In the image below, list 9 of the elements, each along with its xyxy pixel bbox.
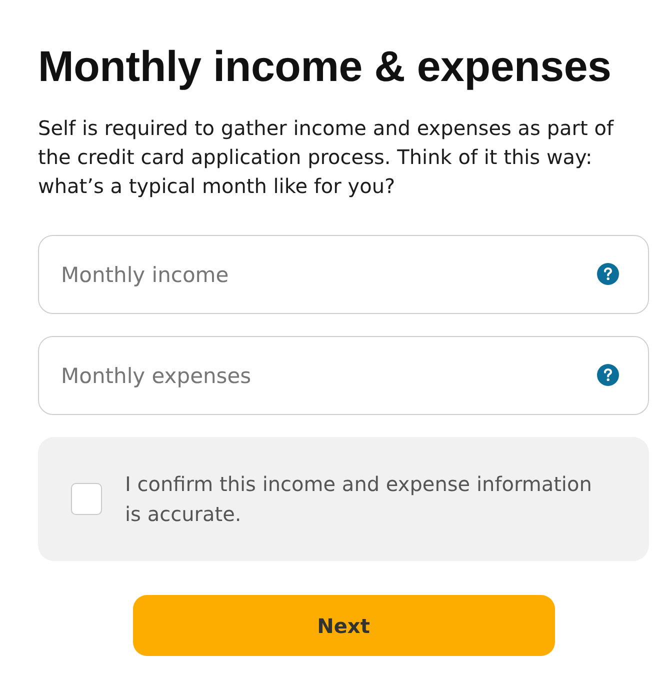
amount-input-field[interactable]: Monthly income — [38, 235, 649, 314]
confirm-checkbox[interactable] — [71, 483, 102, 515]
intro-paragraph: Self is required to gather income and expenses as part of the credit card application process. Think of it this way: what’s a typical month like for you? — [38, 115, 615, 200]
help-icon[interactable] — [597, 263, 619, 285]
confirmation-label: I confirm this income and expense information is accurate. — [125, 471, 593, 528]
page-title: Monthly income & expenses — [38, 42, 612, 93]
amount-input-field[interactable]: Monthly expenses — [38, 336, 649, 415]
help-icon[interactable] — [597, 364, 619, 386]
next-button[interactable]: Next — [132, 595, 554, 656]
